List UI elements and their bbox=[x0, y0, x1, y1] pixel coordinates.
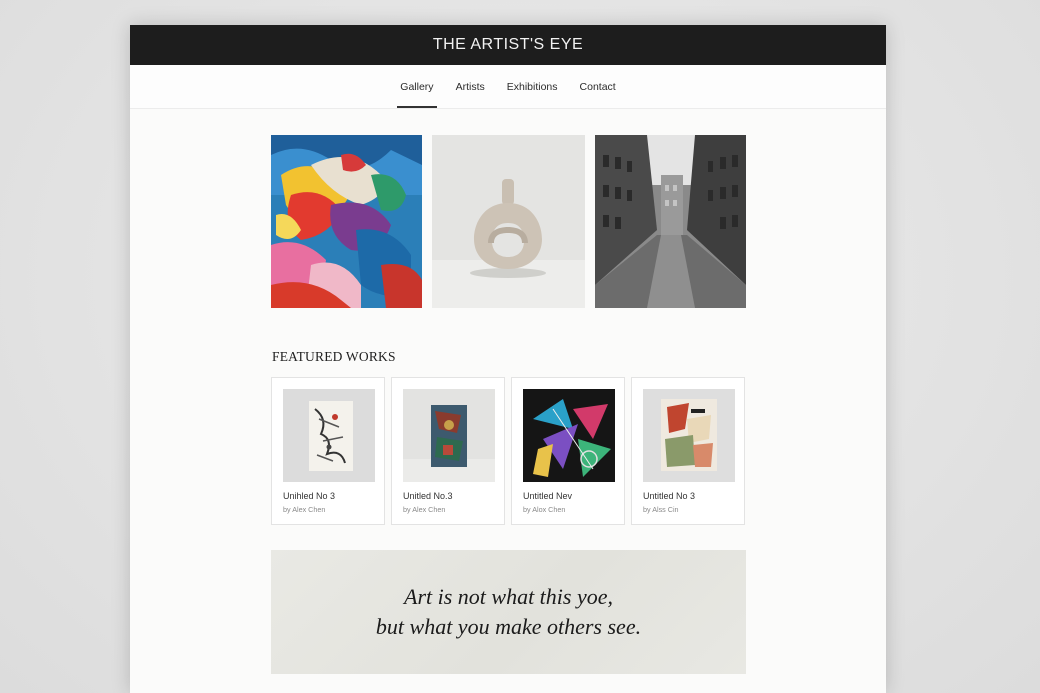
featured-card[interactable]: Untitled Nev by Alox Chen bbox=[511, 377, 625, 525]
artwork-title: Untitled Nev bbox=[523, 491, 573, 501]
hero-image-ceramic-vase[interactable] bbox=[432, 135, 585, 308]
artwork-artist: by Alex Chen bbox=[283, 505, 326, 514]
featured-cards: Unihled No 3 by Alex Chen Unitled No.3 b… bbox=[271, 377, 746, 527]
quote-banner: Art is not what this yoe, but what you m… bbox=[271, 550, 746, 674]
artwork-thumbnail[interactable] bbox=[283, 389, 375, 482]
hero-image-abstract-painting[interactable] bbox=[271, 135, 422, 308]
artwork-title: Untitled No 3 bbox=[643, 491, 696, 501]
nav-contact[interactable]: Contact bbox=[569, 65, 627, 108]
artwork-artist: by Alex Chen bbox=[403, 505, 446, 514]
website-page: THE ARTIST'S EYE Gallery Artists Exhibit… bbox=[130, 25, 886, 693]
featured-card[interactable]: Unitled No.3 by Alex Chen bbox=[391, 377, 505, 525]
hero-gallery bbox=[271, 135, 746, 308]
featured-card[interactable]: Untitled No 3 by Alss Cin bbox=[631, 377, 745, 525]
nav-exhibitions[interactable]: Exhibitions bbox=[496, 65, 569, 108]
quote-line-1: Art is not what this yoe, bbox=[404, 584, 613, 609]
hero-image-city-street[interactable] bbox=[595, 135, 746, 308]
artwork-thumbnail[interactable] bbox=[643, 389, 735, 482]
artwork-title: Unitled No.3 bbox=[403, 491, 453, 501]
site-header: THE ARTIST'S EYE bbox=[130, 25, 886, 65]
nav-gallery[interactable]: Gallery bbox=[389, 65, 444, 108]
artwork-thumbnail[interactable] bbox=[523, 389, 615, 482]
quote-line-2: but what you make others see. bbox=[375, 614, 642, 639]
main-nav: Gallery Artists Exhibitions Contact bbox=[130, 65, 886, 109]
artwork-thumbnail[interactable] bbox=[403, 389, 495, 482]
nav-artists[interactable]: Artists bbox=[445, 65, 496, 108]
featured-card[interactable]: Unihled No 3 by Alex Chen bbox=[271, 377, 385, 525]
artwork-artist: by Alss Cin bbox=[643, 505, 679, 514]
site-title[interactable]: THE ARTIST'S EYE bbox=[433, 36, 583, 54]
artwork-artist: by Alox Chen bbox=[523, 505, 566, 514]
artwork-title: Unihled No 3 bbox=[283, 491, 336, 501]
featured-heading: FEATURED WORKS bbox=[272, 349, 396, 364]
